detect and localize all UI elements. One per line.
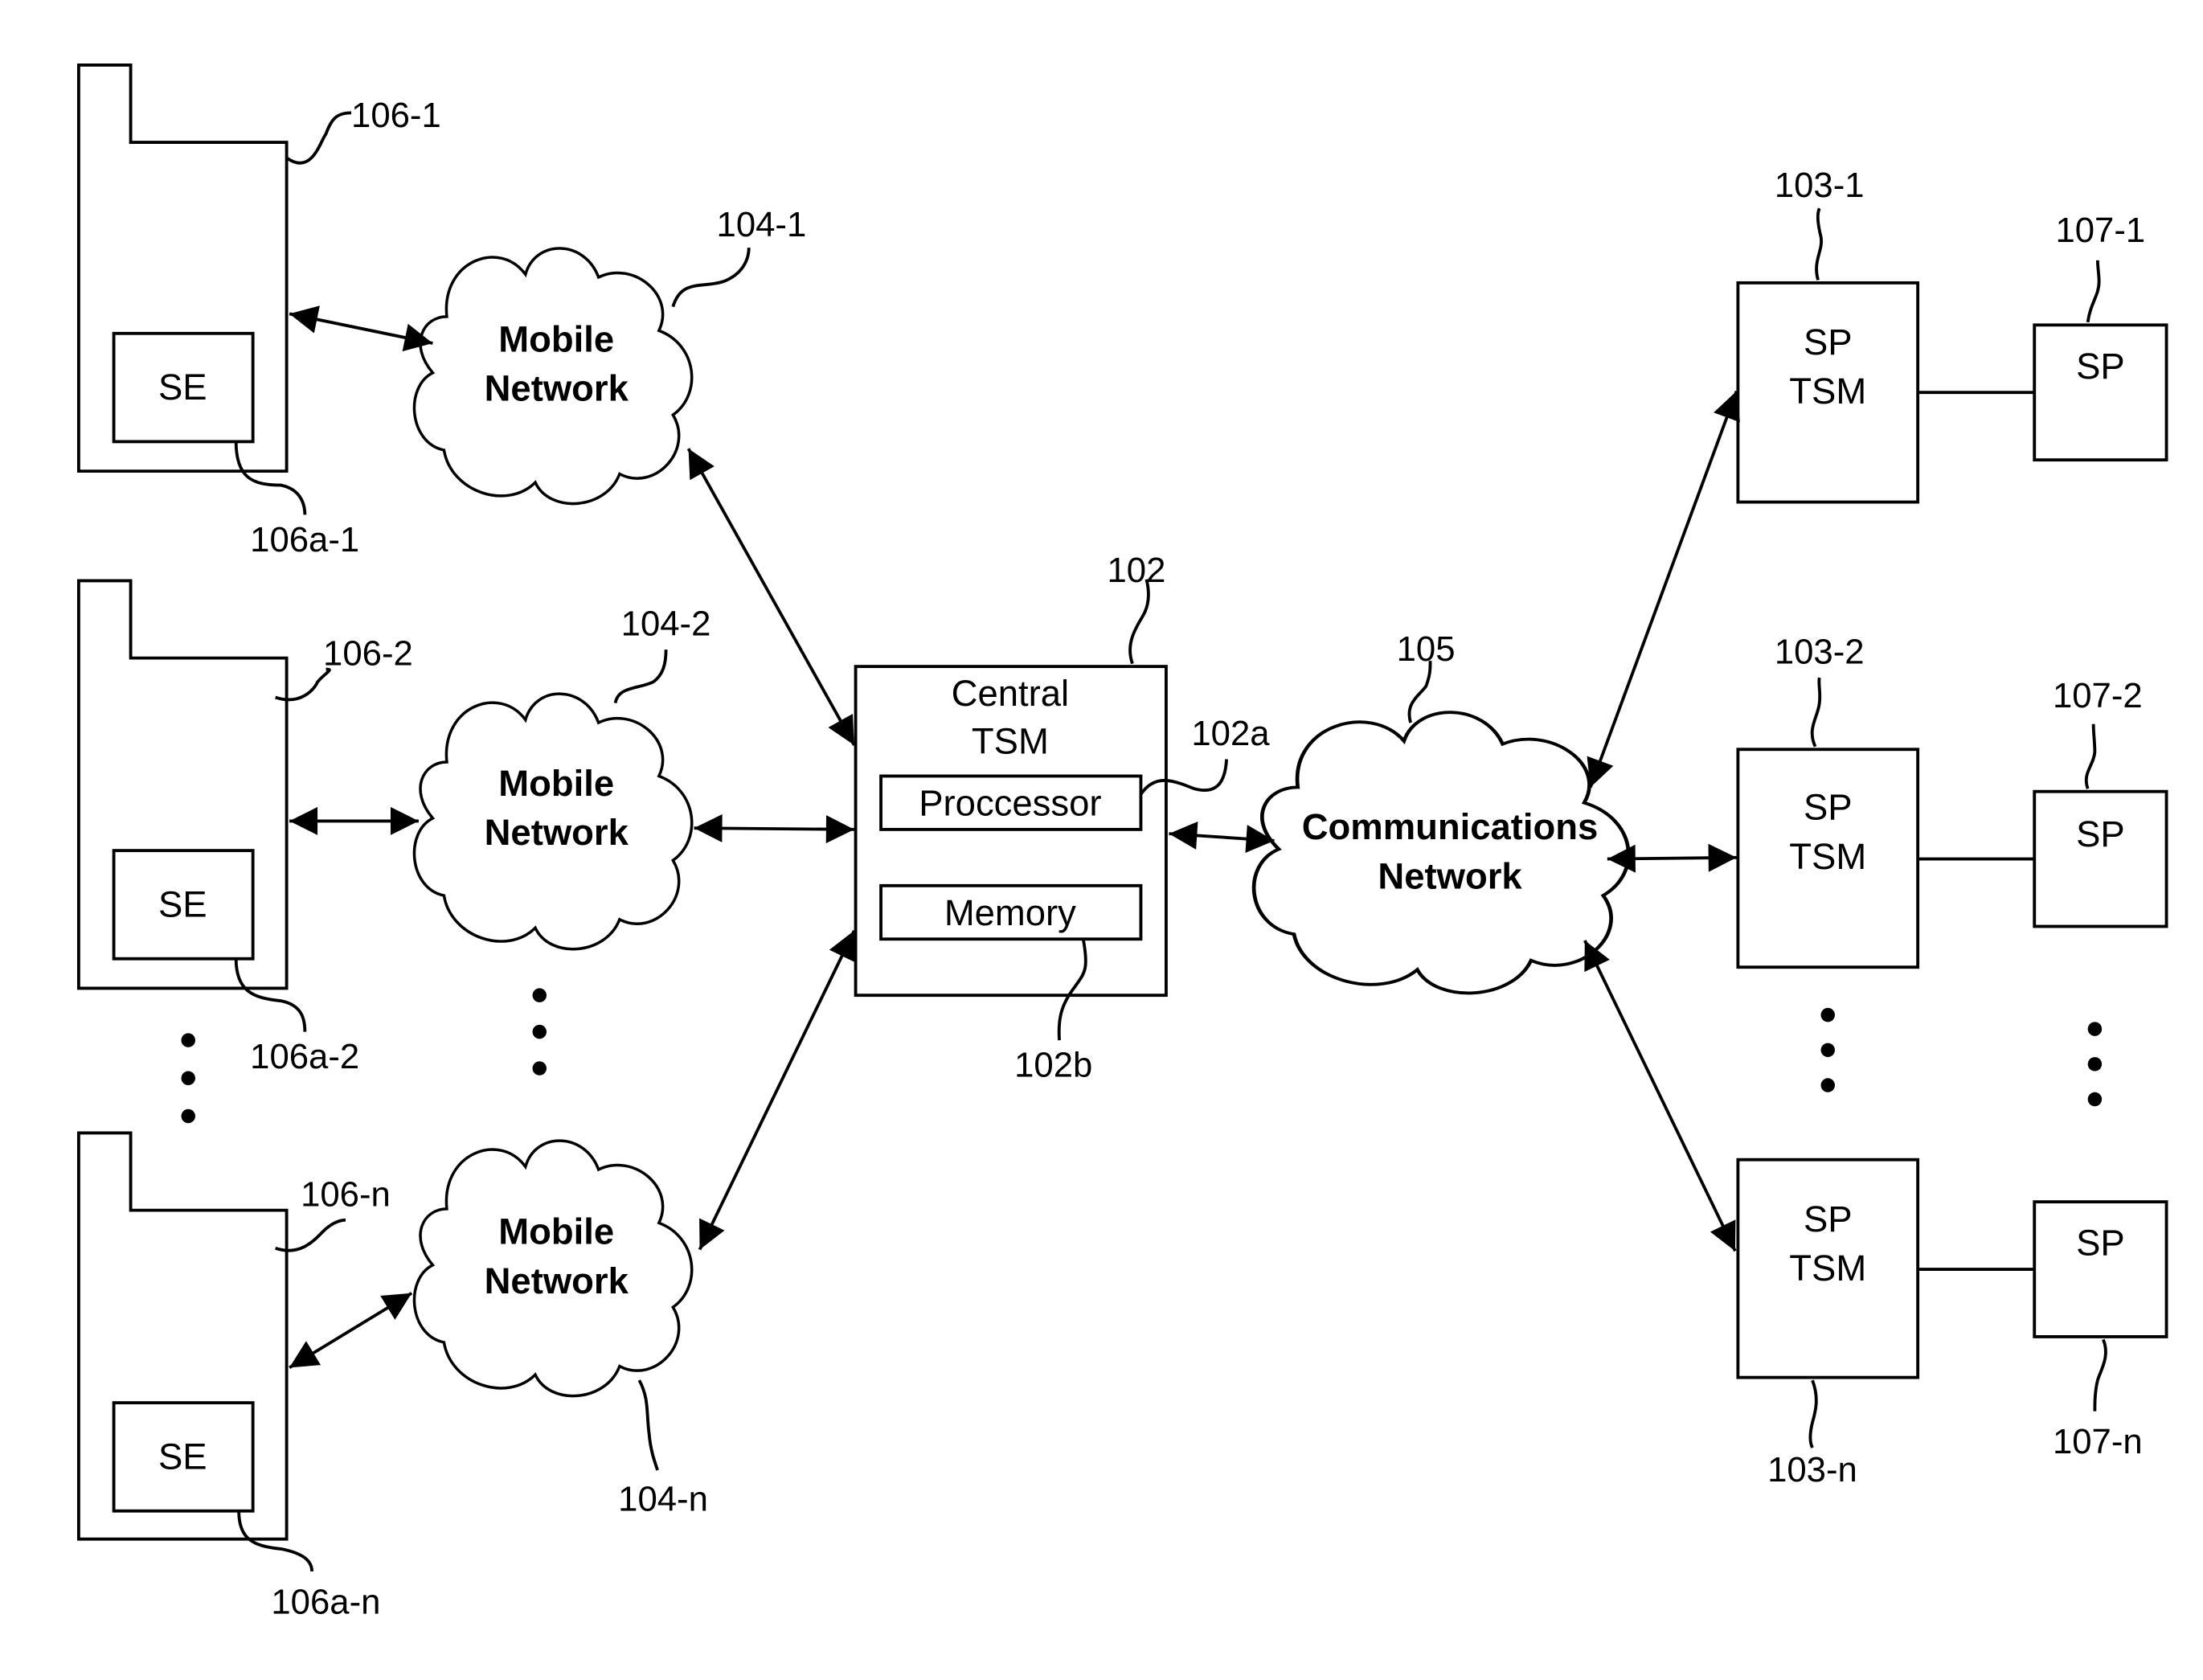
leader-line bbox=[234, 441, 307, 515]
ref-label: 102a bbox=[1191, 714, 1270, 753]
ref-label: 106-1 bbox=[351, 96, 441, 135]
ellipsis-sp bbox=[2087, 1022, 2103, 1107]
leader-line bbox=[637, 1379, 659, 1471]
sp-box bbox=[2033, 789, 2168, 928]
sp-tsm-label: TSM bbox=[1789, 1248, 1866, 1289]
ref-label: 106a-1 bbox=[250, 520, 359, 559]
leader-line bbox=[1808, 1379, 1818, 1448]
mobile-network-2: Mobile Network 104-2 bbox=[412, 604, 711, 951]
leader-line bbox=[671, 248, 751, 308]
communications-network: Communications Network 105 bbox=[1254, 629, 1628, 993]
cloud-icon bbox=[1254, 712, 1628, 993]
bidirectional-arrow bbox=[289, 1292, 413, 1370]
sp-tsm-2: SP TSM 103-2 bbox=[1736, 633, 1920, 969]
central-tsm-title: Central bbox=[952, 673, 1069, 714]
sp-tsm-1: SP TSM 103-1 bbox=[1736, 166, 1920, 504]
leader-line bbox=[613, 649, 668, 704]
mobile-device-1: SE 106-1 106a-1 bbox=[76, 64, 441, 559]
secure-element-label: SE bbox=[158, 1436, 207, 1477]
sp-label: SP bbox=[2076, 1223, 2125, 1264]
secure-element-label: SE bbox=[158, 367, 207, 408]
service-provider-2: SP 107-2 bbox=[2033, 676, 2168, 928]
sp-tsm-label: TSM bbox=[1789, 836, 1866, 877]
bidirectional-arrow bbox=[694, 813, 854, 844]
sp-tsm-n: SP TSM 103-n bbox=[1736, 1158, 1920, 1489]
ref-label: 103-1 bbox=[1775, 166, 1865, 205]
ellipsis-devices bbox=[181, 1033, 195, 1124]
leader-line bbox=[1815, 207, 1824, 281]
network-label: Network bbox=[1378, 855, 1522, 896]
bidirectional-arrow bbox=[698, 929, 856, 1251]
sp-tsm-label: SP bbox=[1804, 1199, 1853, 1240]
ref-label: 102 bbox=[1107, 551, 1165, 590]
leader-line bbox=[2084, 723, 2097, 789]
ref-label: 106a-n bbox=[271, 1582, 380, 1621]
bidirectional-arrow bbox=[1169, 822, 1275, 853]
network-label: Mobile bbox=[498, 1211, 614, 1252]
ref-label: 107-1 bbox=[2055, 211, 2145, 250]
ref-label: 103-n bbox=[1767, 1450, 1857, 1489]
ref-label: 107-n bbox=[2053, 1422, 2143, 1461]
ref-label: 103-2 bbox=[1775, 633, 1865, 672]
bidirectional-arrow bbox=[686, 448, 856, 746]
leader-line bbox=[1407, 661, 1432, 723]
memory-label: Memory bbox=[944, 892, 1076, 933]
central-tsm: Central TSM Proccessor Memory 102 102a 1… bbox=[854, 551, 1270, 1085]
mobile-network-1: Mobile Network 104-1 bbox=[412, 205, 807, 506]
ellipsis-sp-tsm bbox=[1820, 1007, 1836, 1092]
network-label: Communications bbox=[1302, 806, 1599, 847]
ref-label: 104-n bbox=[618, 1480, 708, 1519]
ellipsis-networks bbox=[532, 988, 547, 1076]
bidirectional-arrow bbox=[1607, 843, 1737, 873]
leader-line bbox=[1128, 579, 1150, 665]
mobile-network-n: Mobile Network 104-n bbox=[412, 1139, 708, 1519]
system-diagram: SE 106-1 106a-1 SE 106-2 106a-2 SE 106-n… bbox=[76, 64, 2168, 1621]
secure-element-label: SE bbox=[158, 883, 207, 924]
leader-line bbox=[2093, 1338, 2107, 1412]
sp-tsm-label: SP bbox=[1804, 322, 1853, 363]
service-provider-1: SP 107-1 bbox=[2033, 211, 2168, 462]
bidirectional-arrow bbox=[1583, 940, 1737, 1252]
ref-label: 106-2 bbox=[323, 633, 413, 673]
sp-label: SP bbox=[2076, 346, 2125, 387]
ref-label: 106-n bbox=[301, 1174, 391, 1214]
sp-tsm-label: SP bbox=[1804, 787, 1853, 828]
mobile-device-n: SE 106-n 106a-n bbox=[76, 1131, 391, 1621]
bidirectional-arrow bbox=[1587, 390, 1740, 789]
network-label: Network bbox=[485, 1260, 629, 1301]
service-provider-n: SP 107-n bbox=[2033, 1200, 2168, 1461]
ref-label: 105 bbox=[1397, 629, 1456, 669]
leader-line bbox=[237, 1510, 313, 1572]
central-tsm-title: TSM bbox=[972, 720, 1049, 761]
leader-line bbox=[2086, 260, 2101, 323]
ref-label: 102b bbox=[1014, 1046, 1092, 1085]
processor-label: Proccessor bbox=[919, 782, 1101, 823]
network-label: Mobile bbox=[498, 319, 614, 360]
ref-label: 104-1 bbox=[717, 205, 807, 244]
network-label: Network bbox=[485, 812, 629, 853]
ref-label: 104-2 bbox=[621, 604, 711, 644]
ref-label: 106a-2 bbox=[250, 1037, 359, 1076]
sp-label: SP bbox=[2076, 813, 2125, 854]
leader-line bbox=[275, 667, 331, 702]
ref-label: 107-2 bbox=[2053, 676, 2143, 715]
network-label: Mobile bbox=[498, 763, 614, 804]
leader-line bbox=[1810, 677, 1822, 748]
leader-line bbox=[234, 958, 307, 1032]
mobile-device-2: SE 106-2 106a-2 bbox=[76, 579, 413, 1076]
bidirectional-arrow bbox=[289, 305, 433, 352]
sp-tsm-label: TSM bbox=[1789, 371, 1866, 412]
network-label: Network bbox=[485, 368, 629, 409]
leader-line bbox=[285, 111, 352, 165]
